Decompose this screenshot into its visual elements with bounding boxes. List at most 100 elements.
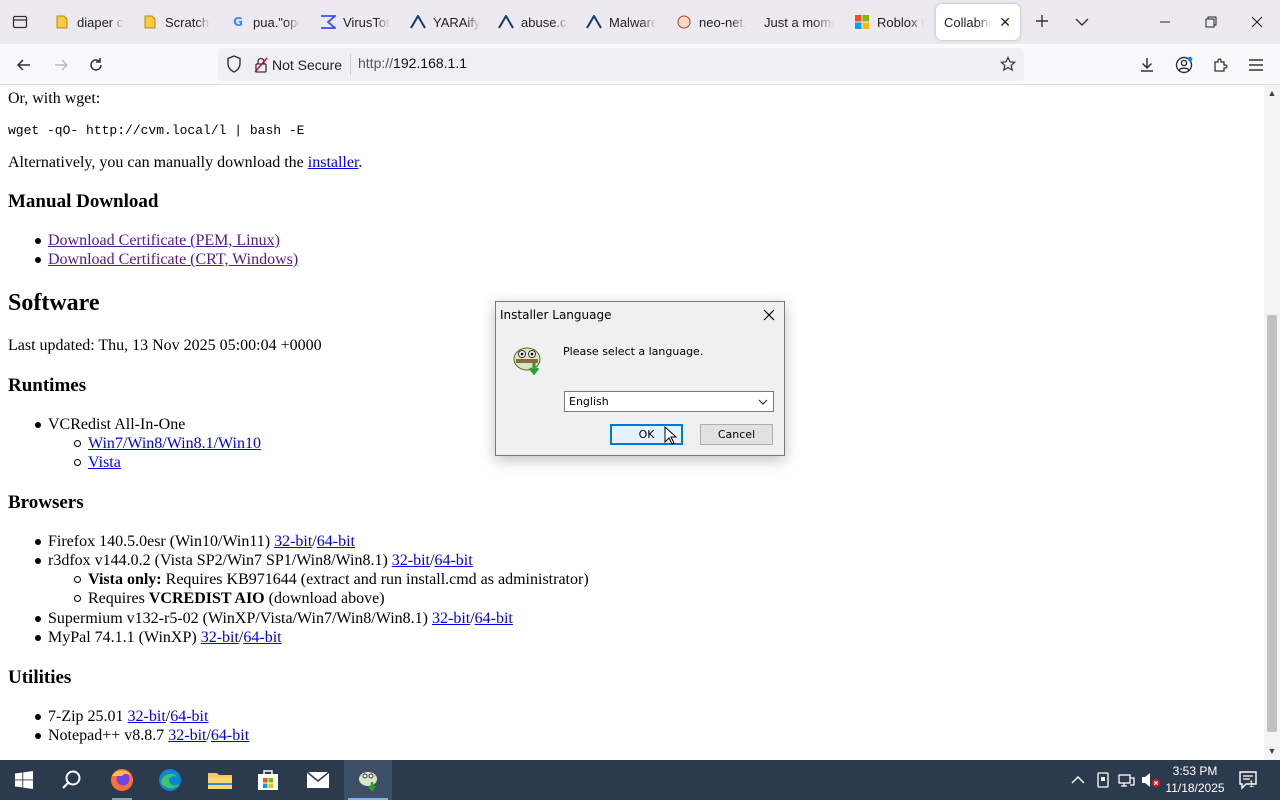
tab-just-a-moment[interactable]: Just a mome xyxy=(756,4,842,40)
utilities-heading: Utilities xyxy=(8,667,72,688)
url-bar[interactable]: Not Secure http://192.168.1.1 xyxy=(218,48,1024,81)
tab-google-search[interactable]: G pua."opc xyxy=(222,4,308,40)
mypal-label: MyPal 74.1.1 (WinXP) xyxy=(48,629,201,646)
supermium-64bit-link[interactable]: 64-bit xyxy=(475,610,513,627)
back-button[interactable] xyxy=(11,52,37,78)
last-updated: Last updated: Thu, 13 Nov 2025 05:00:04 … xyxy=(8,337,322,354)
downloads-button[interactable] xyxy=(1134,52,1160,78)
app-menu-button[interactable] xyxy=(1243,52,1269,78)
url-text[interactable]: http://192.168.1.1 xyxy=(358,55,467,71)
yaraify-icon xyxy=(410,14,426,30)
search-button[interactable] xyxy=(48,760,96,800)
tab-label: Just a mome xyxy=(764,14,834,30)
vcredist-win-link[interactable]: Win7/Win8/Win8.1/Win10 xyxy=(88,435,261,452)
volume-tray-button[interactable] xyxy=(1141,770,1161,790)
scroll-up-arrow-icon[interactable]: ▲ xyxy=(1266,87,1278,99)
notification-center-button[interactable]: 1 xyxy=(1236,768,1260,792)
taskbar-mail[interactable] xyxy=(294,760,342,800)
dialog-title: Installer Language xyxy=(500,308,612,322)
malware-icon xyxy=(586,14,602,30)
star-icon xyxy=(1000,56,1016,72)
vcredist-vista-link[interactable]: Vista xyxy=(88,454,121,471)
scroll-down-arrow-icon[interactable]: ▼ xyxy=(1266,745,1278,757)
tab-label: Scratch - xyxy=(165,14,210,30)
dialog-body: Please select a language. English OK Can… xyxy=(496,327,784,455)
extensions-button[interactable] xyxy=(1207,52,1233,78)
account-icon xyxy=(1175,56,1193,74)
firefox-view-button[interactable] xyxy=(8,10,32,34)
close-tab-icon[interactable]: ✕ xyxy=(998,14,1012,30)
url-scheme: http:// xyxy=(358,55,394,71)
taskbar-file-explorer[interactable] xyxy=(196,760,244,800)
start-button[interactable] xyxy=(0,760,48,800)
scrollbar-thumb[interactable] xyxy=(1267,315,1277,732)
tab-neo-net[interactable]: neo-net. xyxy=(668,4,754,40)
r3dfox-32bit-link[interactable]: 32-bit xyxy=(392,552,430,569)
site-security-indicator[interactable]: Not Secure xyxy=(254,54,342,75)
document-icon xyxy=(142,14,158,30)
close-icon xyxy=(763,309,775,321)
installer-link[interactable]: installer xyxy=(308,154,359,171)
vcredist-label: VCRedist All-In-One xyxy=(48,416,186,433)
cancel-button[interactable]: Cancel xyxy=(700,424,773,445)
dialog-message: Please select a language. xyxy=(563,345,704,358)
taskbar-edge[interactable] xyxy=(146,760,194,800)
tray-app-icon[interactable] xyxy=(1093,770,1113,790)
bookmark-star-button[interactable] xyxy=(998,54,1018,74)
edge-icon xyxy=(159,769,181,791)
tab-malware[interactable]: Malware xyxy=(578,4,664,40)
dialog-close-button[interactable] xyxy=(758,306,780,324)
tab-diaper[interactable]: diaper cl xyxy=(46,4,132,40)
browsers-heading: Browsers xyxy=(8,492,84,513)
account-button[interactable] xyxy=(1171,52,1197,78)
sevenzip-64bit-link[interactable]: 64-bit xyxy=(170,708,208,725)
lock-insecure-icon xyxy=(254,57,268,73)
taskbar-firefox[interactable] xyxy=(98,760,146,800)
abusech-icon xyxy=(498,14,514,30)
tab-collabnet[interactable]: Collabnet ✕ xyxy=(936,4,1020,40)
notepad-64bit-link[interactable]: 64-bit xyxy=(211,727,249,744)
download-cert-pem-link[interactable]: Download Certificate (PEM, Linux) xyxy=(48,232,280,249)
network-tray-button[interactable] xyxy=(1117,770,1137,790)
sublist-bullet xyxy=(74,440,81,447)
notepad-item: Notepad++ v8.8.7 32-bit/64-bit xyxy=(48,727,249,745)
sevenzip-32bit-link[interactable]: 32-bit xyxy=(128,708,166,725)
web-icon xyxy=(676,14,692,30)
tab-scratch[interactable]: Scratch - xyxy=(134,4,218,40)
system-clock[interactable]: 3:53 PM 11/18/2025 xyxy=(1162,763,1228,797)
restore-button[interactable] xyxy=(1188,0,1234,44)
firefox-view-icon xyxy=(12,15,28,29)
arrow-left-icon xyxy=(16,59,30,71)
notepad-32bit-link[interactable]: 32-bit xyxy=(168,727,206,744)
reload-button[interactable] xyxy=(83,52,109,78)
mypal-32bit-link[interactable]: 32-bit xyxy=(201,629,239,646)
taskbar-store[interactable] xyxy=(244,760,292,800)
r3dfox-64bit-link[interactable]: 64-bit xyxy=(434,552,472,569)
firefox-icon xyxy=(111,769,133,791)
mypal-64bit-link[interactable]: 64-bit xyxy=(243,629,281,646)
tab-virustotal[interactable]: VirusTota xyxy=(312,4,398,40)
forward-button[interactable] xyxy=(48,52,74,78)
hamburger-menu-icon xyxy=(1249,59,1263,71)
tracking-protection-icon[interactable] xyxy=(224,54,244,74)
minimize-button[interactable] xyxy=(1142,0,1188,44)
supermium-32bit-link[interactable]: 32-bit xyxy=(432,610,470,627)
language-select[interactable]: English xyxy=(564,391,774,412)
vertical-scrollbar[interactable]: ▲ ▼ xyxy=(1264,85,1280,760)
vista-only-label: Vista only: xyxy=(88,571,162,588)
close-window-button[interactable] xyxy=(1234,0,1280,44)
tab-roblox[interactable]: Roblox U xyxy=(846,4,932,40)
show-hidden-icons-button[interactable] xyxy=(1068,770,1088,790)
software-heading: Software xyxy=(8,290,100,316)
r3dfox-label: r3dfox v144.0.2 (Vista SP2/Win7 SP1/Win8… xyxy=(48,552,392,569)
firefox-64bit-link[interactable]: 64-bit xyxy=(317,533,355,550)
notification-count: 1 xyxy=(1249,779,1255,789)
download-cert-crt-link[interactable]: Download Certificate (CRT, Windows) xyxy=(48,251,298,268)
tab-yaraify[interactable]: YARAify xyxy=(402,4,488,40)
firefox-32bit-link[interactable]: 32-bit xyxy=(274,533,312,550)
list-all-tabs-button[interactable] xyxy=(1070,10,1094,34)
tab-abusech[interactable]: abuse.ch xyxy=(490,4,576,40)
new-tab-button[interactable] xyxy=(1030,10,1054,34)
taskbar-installer[interactable] xyxy=(344,760,392,800)
microsoft-icon xyxy=(854,14,870,30)
